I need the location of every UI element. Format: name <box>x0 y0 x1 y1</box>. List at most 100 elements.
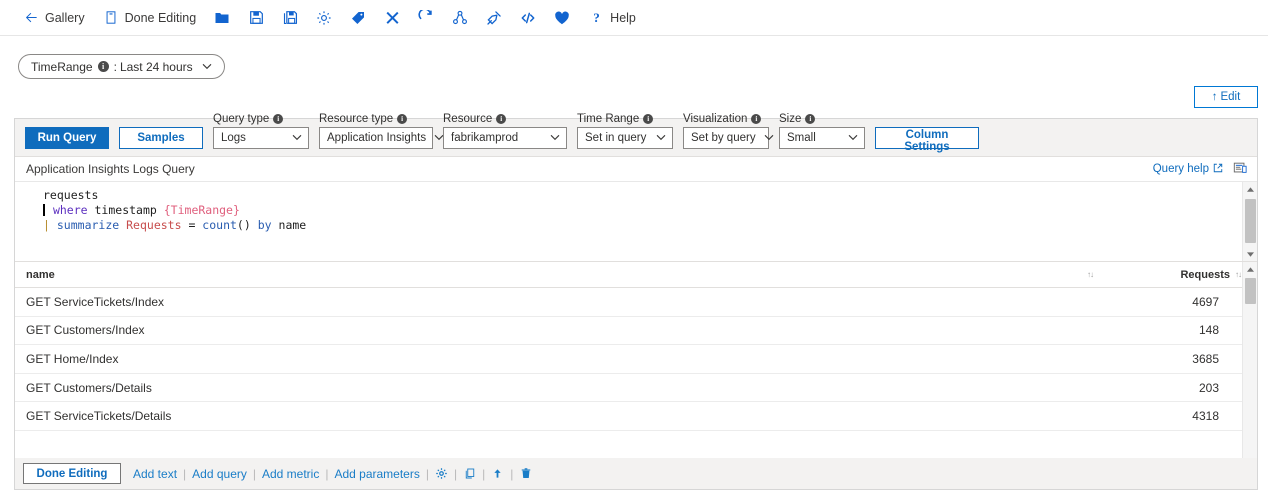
column-header-requests-label: Requests <box>1180 268 1230 281</box>
svg-text:?: ? <box>593 10 600 25</box>
add-text-link[interactable]: Add text <box>133 467 177 481</box>
column-header-name-label: name <box>26 268 55 281</box>
link-separator: | <box>482 466 486 481</box>
copy-icon[interactable] <box>463 467 476 481</box>
kql-code-editor[interactable]: requests where timestamp {TimeRange} | su… <box>15 182 1257 262</box>
gear-icon[interactable] <box>435 467 448 481</box>
save-as-button[interactable] <box>273 0 307 36</box>
info-icon[interactable]: i <box>97 61 109 72</box>
table-row[interactable]: GET ServiceTickets/Details 4318 <box>15 402 1257 431</box>
table-row[interactable]: GET Customers/Index 148 <box>15 317 1257 346</box>
link-separator: | <box>425 466 429 481</box>
table-row[interactable]: GET Home/Index 3685 <box>15 345 1257 374</box>
editor-scroll-thumb[interactable] <box>1245 199 1256 243</box>
table-row[interactable]: GET ServiceTickets/Index 4697 <box>15 288 1257 317</box>
open-button[interactable] <box>205 0 239 36</box>
cell-requests: 203 <box>1198 380 1219 395</box>
time-range-select[interactable]: Set in query <box>577 127 673 149</box>
results-scroll-thumb[interactable] <box>1245 278 1256 304</box>
sort-arrows-icon[interactable]: ↑↓ <box>1235 270 1242 279</box>
done-editing-command[interactable]: Done Editing <box>94 0 206 36</box>
close-button[interactable] <box>375 0 409 36</box>
refresh-button[interactable] <box>409 0 443 36</box>
add-query-link[interactable]: Add query <box>192 467 247 481</box>
edit-button[interactable]: ↑ Edit <box>1194 86 1258 108</box>
info-icon[interactable]: i <box>397 114 408 124</box>
resource-type-select[interactable]: Application Insights <box>319 127 444 149</box>
info-icon[interactable]: i <box>805 114 816 124</box>
query-step-panel: Run Query Samples Query type i Logs Reso… <box>14 113 1258 490</box>
info-icon[interactable]: i <box>751 114 762 124</box>
samples-button[interactable]: Samples <box>119 127 203 149</box>
settings-button[interactable] <box>307 0 341 36</box>
share-button[interactable] <box>443 0 477 36</box>
code-token-kw2: where <box>52 203 88 217</box>
table-row[interactable]: GET Customers/Details 203 <box>15 374 1257 403</box>
size-label: Size <box>779 113 802 125</box>
code-button[interactable] <box>511 0 545 36</box>
scroll-down-arrow-icon[interactable] <box>1243 247 1258 261</box>
add-parameters-link[interactable]: Add parameters <box>334 467 419 481</box>
query-editor-popout-icon[interactable] <box>1233 161 1247 178</box>
time-range-value: Set in query <box>585 132 647 144</box>
chevron-down-icon[interactable] <box>202 62 212 72</box>
results-vertical-scrollbar[interactable] <box>1242 262 1257 489</box>
editor-vertical-scrollbar[interactable] <box>1242 182 1257 261</box>
save-button[interactable] <box>239 0 273 36</box>
done-editing-footer-button[interactable]: Done Editing <box>23 463 121 484</box>
scroll-up-arrow-icon[interactable] <box>1243 262 1258 276</box>
question-icon: ? <box>588 10 604 26</box>
refresh-icon <box>418 9 434 26</box>
column-header-name[interactable]: name ↑↓ <box>26 269 1121 281</box>
save-as-icon <box>282 10 298 26</box>
tag-button[interactable] <box>341 0 375 36</box>
code-token-plain: () <box>236 218 251 232</box>
gallery-label: Gallery <box>45 10 85 25</box>
gallery-button[interactable]: Gallery <box>14 0 94 36</box>
time-range-label: Time Range <box>577 113 640 125</box>
cell-name: GET ServiceTickets/Details <box>26 409 172 424</box>
size-select[interactable]: Small <box>779 127 865 149</box>
time-range-label-wrap: Time Range i <box>577 113 673 125</box>
code-token-kw: summarize <box>56 218 120 232</box>
resource-type-label: Resource type <box>319 113 394 125</box>
cell-requests: 3685 <box>1192 351 1219 366</box>
run-query-button[interactable]: Run Query <box>25 127 109 149</box>
chevron-down-icon <box>656 133 666 143</box>
column-header-requests[interactable]: Requests ↑↓ <box>1121 268 1242 281</box>
code-token-ident: name <box>278 218 307 232</box>
chevron-down-icon <box>848 133 858 143</box>
favorite-button[interactable] <box>545 0 579 36</box>
help-button[interactable]: ? Help <box>579 0 645 36</box>
info-icon[interactable]: i <box>643 114 654 124</box>
code-line-selected: where timestamp {TimeRange} <box>43 203 240 217</box>
column-settings-button[interactable]: Column Settings <box>875 127 979 153</box>
code-token-func: count <box>202 218 237 232</box>
timerange-parameter-pill[interactable]: TimeRange i : Last 24 hours <box>18 54 225 79</box>
query-type-value: Logs <box>221 132 246 144</box>
pin-button[interactable] <box>477 0 511 36</box>
link-separator: | <box>510 466 514 481</box>
trash-icon[interactable] <box>519 467 532 481</box>
code-token-param: {TimeRange} <box>163 203 240 217</box>
query-help-link[interactable]: Query help <box>1153 163 1223 176</box>
heart-icon <box>554 10 570 26</box>
add-metric-link[interactable]: Add metric <box>262 467 319 481</box>
info-icon[interactable]: i <box>273 114 284 124</box>
sort-arrows-icon[interactable]: ↑↓ <box>1087 270 1094 279</box>
command-bar: Gallery Done Editing ? Help <box>0 0 1268 36</box>
arrow-up-icon[interactable] <box>491 467 504 481</box>
resource-type-value: Application Insights <box>327 132 427 144</box>
query-type-select[interactable]: Logs <box>213 127 309 149</box>
info-icon[interactable]: i <box>496 114 507 124</box>
visualization-field: Visualization i Set by query <box>683 113 773 149</box>
visualization-select[interactable]: Set by query <box>683 127 773 149</box>
scroll-up-arrow-icon[interactable] <box>1243 182 1258 196</box>
cell-requests: 148 <box>1198 323 1219 338</box>
resource-select[interactable]: fabrikamprod <box>443 127 567 149</box>
